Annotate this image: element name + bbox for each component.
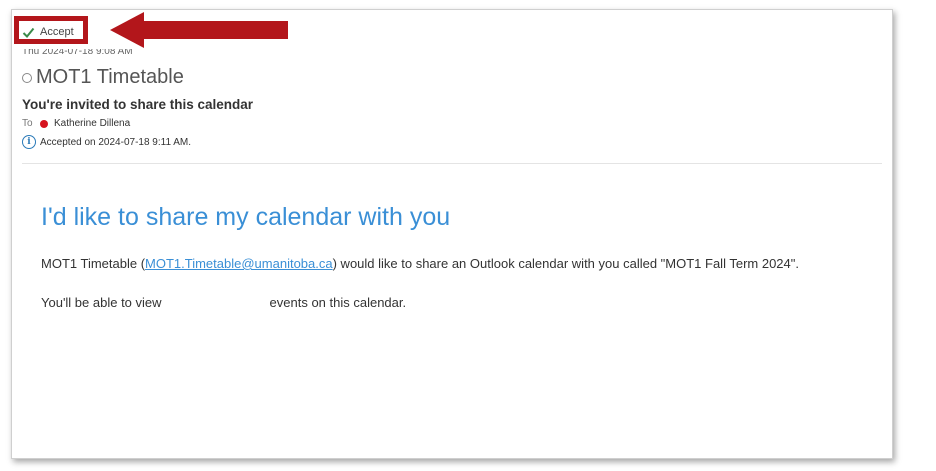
subject-row: MOT1 Timetable: [22, 66, 184, 89]
body-paragraph-2: You'll be able to view events on this cal…: [41, 295, 406, 310]
sender-email-link[interactable]: MOT1.Timetable@umanitoba.ca: [145, 256, 333, 271]
presence-dot-icon: [40, 119, 48, 128]
para1-prefix: MOT1 Timetable (: [41, 256, 146, 271]
para2-suffix: events on this calendar.: [269, 295, 407, 310]
body-heading: I'd like to share my calendar with you: [41, 203, 451, 231]
status-circle-icon: [22, 72, 32, 83]
status-row: i Accepted on 2024-07-18 9:11 AM.: [22, 135, 191, 149]
header-divider: [22, 163, 882, 164]
check-icon: [22, 27, 35, 38]
status-text: Accepted on 2024-07-18 9:11 AM.: [40, 136, 192, 148]
accept-button[interactable]: Accept: [22, 24, 74, 40]
invite-heading: You're invited to share this calendar: [22, 97, 254, 112]
recipient-name[interactable]: Katherine Dillena: [54, 118, 130, 129]
recipient-row: To Katherine Dillena: [22, 118, 130, 129]
para2-prefix: You'll be able to view: [41, 295, 162, 310]
arrow-pointer-icon: [110, 12, 288, 48]
message-subject: MOT1 Timetable: [36, 66, 184, 88]
info-icon: i: [22, 135, 36, 149]
accept-label: Accept: [40, 26, 74, 38]
to-label: To: [22, 118, 33, 129]
para1-suffix: ) would like to share an Outlook calenda…: [332, 256, 799, 271]
body-paragraph: MOT1 Timetable (MOT1.Timetable@umanitoba…: [41, 256, 799, 271]
